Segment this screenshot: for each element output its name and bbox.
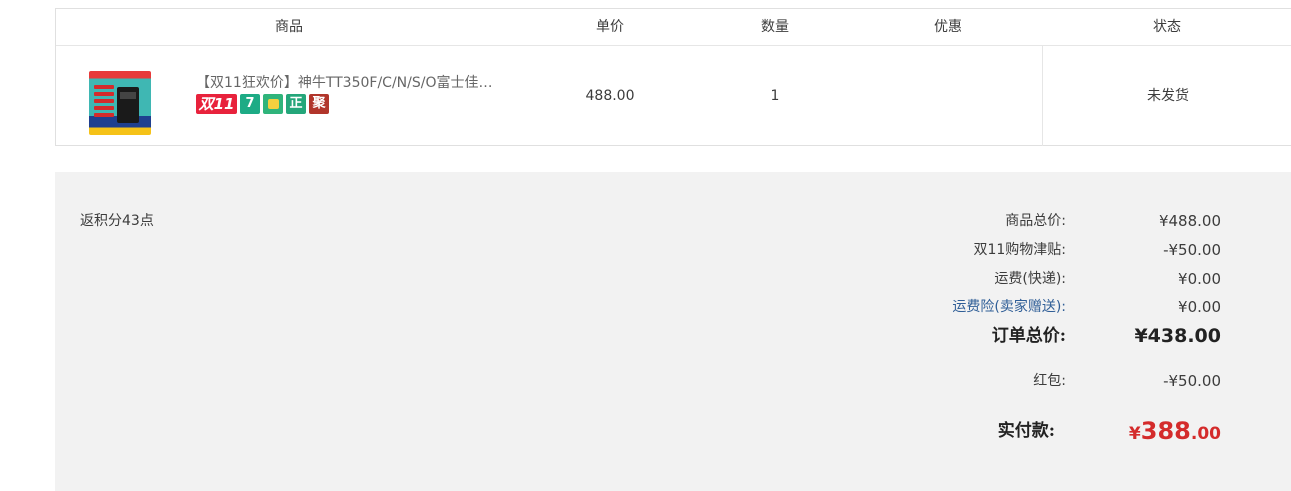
summary-row-allowance: 双11购物津贴: -¥50.00	[701, 238, 1221, 262]
order-status: 未发货	[1042, 46, 1291, 146]
summary-row-paid: 实付款: ¥388.00	[701, 416, 1221, 446]
header-status: 状态	[1153, 19, 1181, 35]
shipping-value: ¥0.00	[1178, 270, 1221, 288]
summary-row-shipping: 运费(快递): ¥0.00	[701, 267, 1221, 291]
table-header: 商品 单价 数量 优惠 状态	[56, 9, 1291, 46]
product-thumbnail[interactable]	[89, 71, 151, 135]
paid-decimal: .00	[1190, 424, 1221, 444]
product-badges: 双11 7 正 聚	[196, 94, 329, 114]
table-row: 【双11狂欢价】神牛TT350F/C/N/S/O富士佳… 双11 7 正 聚 4…	[56, 46, 1291, 146]
order-summary: 返积分43点 商品总价: ¥488.00 双11购物津贴: -¥50.00 运费…	[55, 172, 1291, 491]
header-quantity: 数量	[761, 19, 789, 35]
goods-total-value: ¥488.00	[1158, 212, 1221, 230]
paid-integer: 388	[1140, 417, 1191, 445]
summary-row-order-total: 订单总价: ¥438.00	[701, 324, 1221, 348]
paid-label: 实付款:	[997, 421, 1055, 441]
redpacket-label: 红包:	[1033, 373, 1066, 389]
shipping-insurance-link[interactable]: 运费险(卖家赠送):	[952, 295, 1066, 319]
points-reward: 返积分43点	[80, 213, 154, 229]
redpacket-value: -¥50.00	[1163, 372, 1221, 390]
summary-row-shipping-insurance: 运费险(卖家赠送): ¥0.00	[701, 295, 1221, 319]
quantity: 1	[770, 88, 780, 104]
goods-total-label: 商品总价:	[1005, 213, 1066, 229]
double11-badge-icon[interactable]: 双11	[196, 94, 237, 114]
order-total-label: 订单总价:	[991, 326, 1066, 346]
paid-currency: ¥	[1128, 424, 1141, 444]
allowance-value: -¥50.00	[1163, 241, 1221, 259]
paid-value: ¥388.00	[1129, 416, 1221, 449]
product-title-link[interactable]: 【双11狂欢价】神牛TT350F/C/N/S/O富士佳…	[196, 72, 516, 92]
juhuasuan-badge-icon[interactable]: 聚	[309, 94, 329, 114]
header-product: 商品	[275, 19, 303, 35]
shopping-bag-badge-icon[interactable]	[263, 94, 283, 114]
shipping-insurance-value: ¥0.00	[1178, 298, 1221, 316]
summary-row-goods-total: 商品总价: ¥488.00	[701, 209, 1221, 233]
summary-row-redpacket: 红包: -¥50.00	[701, 369, 1221, 393]
seven-day-return-badge-icon[interactable]: 7	[240, 94, 260, 114]
header-discount: 优惠	[934, 19, 962, 35]
unit-price: 488.00	[585, 88, 635, 104]
genuine-badge-icon[interactable]: 正	[286, 94, 306, 114]
shipping-label: 运费(快递):	[994, 271, 1066, 287]
order-total-value: ¥438.00	[1134, 325, 1221, 347]
header-unit-price: 单价	[596, 19, 624, 35]
allowance-label: 双11购物津贴:	[973, 242, 1066, 258]
order-table: 商品 单价 数量 优惠 状态 【双11狂欢价】神牛TT350F/C/N/S/O富…	[55, 8, 1291, 146]
discount	[894, 46, 1002, 146]
